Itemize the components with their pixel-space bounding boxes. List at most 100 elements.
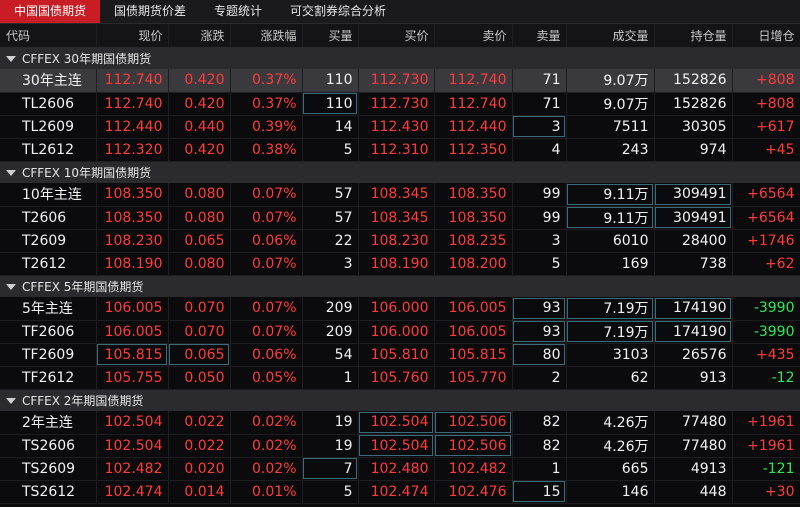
table-row[interactable]: TS2612 102.474 0.014 0.01% 5 102.474 102.476 15…: [0, 480, 800, 504]
code-cell: TS2612: [0, 480, 97, 504]
volume-cell: 4.26万: [566, 434, 655, 458]
change-cell: 0.440: [168, 115, 231, 139]
daily-oi-change-cell: +435: [732, 343, 800, 367]
ask-volume-cell: 93: [512, 320, 567, 344]
tab-0[interactable]: 中国国债期货: [0, 0, 101, 23]
table-row[interactable]: T2612 108.190 0.080 0.07% 3 108.190 108.200 5 16…: [0, 252, 800, 276]
column-header[interactable]: 现价: [96, 24, 169, 48]
price-cell: 112.320: [96, 138, 169, 162]
table-row[interactable]: TF2612 105.755 0.050 0.05% 1 105.760 105.770 2 6…: [0, 366, 800, 390]
tab-2[interactable]: 专题统计: [200, 0, 276, 23]
ask-volume-cell: 2: [512, 366, 567, 390]
ask-volume-cell: 99: [512, 183, 567, 207]
tab-1[interactable]: 国债期货价差: [100, 0, 200, 23]
group-header[interactable]: CFFEX 2年期国债期货: [0, 388, 800, 411]
price-cell: 108.190: [96, 252, 169, 276]
column-header[interactable]: 涨跌幅: [230, 24, 303, 48]
bid-price-cell: 108.230: [358, 229, 435, 253]
volume-cell: 9.07万: [566, 69, 655, 93]
quote-table: 代码 现价 涨跌 涨跌幅 买量 买价 卖价 卖量 成交量 持仓量 日增仓 CFFEX 30年期国债期货…: [0, 24, 800, 504]
volume-cell: 9.11万: [566, 206, 655, 230]
table-row[interactable]: TS2606 102.504 0.022 0.02% 19 102.504 102.506 8…: [0, 434, 800, 458]
bid-price-cell: 105.810: [358, 343, 435, 367]
ask-price-cell: 102.506: [434, 411, 513, 435]
group-header[interactable]: CFFEX 30年期国债期货: [0, 46, 800, 69]
price-cell: 112.740: [96, 92, 169, 116]
change-pct-cell: 0.37%: [230, 92, 303, 116]
change-cell: 0.420: [168, 92, 231, 116]
change-pct-cell: 0.06%: [230, 229, 303, 253]
collapse-triangle-icon[interactable]: [6, 284, 16, 291]
table-row[interactable]: 5年主连 106.005 0.070 0.07% 209 106.000 106.005 93…: [0, 297, 800, 321]
bid-volume-cell: 7: [302, 457, 359, 481]
table-row[interactable]: T2606 108.350 0.080 0.07% 57 108.345 108.350 99…: [0, 206, 800, 230]
code-cell: 30年主连: [0, 69, 97, 93]
table-row[interactable]: TL2612 112.320 0.420 0.38% 5 112.310 112.350 4 2…: [0, 138, 800, 162]
code-cell: TL2606: [0, 92, 97, 116]
daily-oi-change-cell: +1961: [732, 434, 800, 458]
open-interest-cell: 77480: [654, 434, 733, 458]
change-pct-cell: 0.37%: [230, 69, 303, 93]
collapse-triangle-icon[interactable]: [6, 398, 16, 405]
bid-volume-cell: 22: [302, 229, 359, 253]
column-header[interactable]: 买价: [358, 24, 435, 48]
column-header[interactable]: 买量: [302, 24, 359, 48]
table-row[interactable]: T2609 108.230 0.065 0.06% 22 108.230 108.235 3 6…: [0, 229, 800, 253]
change-pct-cell: 0.02%: [230, 457, 303, 481]
ask-price-cell: 106.005: [434, 320, 513, 344]
table-row[interactable]: 10年主连 108.350 0.080 0.07% 57 108.345 108.350 99…: [0, 183, 800, 207]
price-cell: 102.474: [96, 480, 169, 504]
table-row[interactable]: 30年主连 112.740 0.420 0.37% 110 112.730 112.740 7…: [0, 69, 800, 93]
collapse-triangle-icon[interactable]: [6, 56, 16, 63]
open-interest-cell: 174190: [654, 297, 733, 321]
bid-volume-cell: 57: [302, 183, 359, 207]
change-cell: 0.070: [168, 297, 231, 321]
daily-oi-change-cell: +6564: [732, 183, 800, 207]
column-header[interactable]: 卖量: [512, 24, 567, 48]
table-row[interactable]: TF2606 106.005 0.070 0.07% 209 106.000 106.005…: [0, 320, 800, 344]
bid-volume-cell: 54: [302, 343, 359, 367]
collapse-triangle-icon[interactable]: [6, 170, 16, 177]
volume-cell: 7.19万: [566, 297, 655, 321]
table-row[interactable]: 2年主连 102.504 0.022 0.02% 19 102.504 102.506 82 4…: [0, 411, 800, 435]
code-cell: 5年主连: [0, 297, 97, 321]
column-header[interactable]: 卖价: [434, 24, 513, 48]
change-cell: 0.070: [168, 320, 231, 344]
bid-price-cell: 112.430: [358, 115, 435, 139]
table-row[interactable]: TF2609 105.815 0.065 0.06% 54 105.810 105.815 8…: [0, 343, 800, 367]
daily-oi-change-cell: +45: [732, 138, 800, 162]
code-cell: T2609: [0, 229, 97, 253]
table-row[interactable]: TL2606 112.740 0.420 0.37% 110 112.730 112.740…: [0, 92, 800, 116]
ask-price-cell: 105.815: [434, 343, 513, 367]
table-row[interactable]: TL2609 112.440 0.440 0.39% 14 112.430 112.440 3…: [0, 115, 800, 139]
column-header[interactable]: 代码: [0, 24, 97, 48]
price-cell: 112.740: [96, 69, 169, 93]
code-cell: TF2609: [0, 343, 97, 367]
column-header[interactable]: 日增仓: [732, 24, 800, 48]
change-pct-cell: 0.07%: [230, 297, 303, 321]
ask-price-cell: 105.770: [434, 366, 513, 390]
price-cell: 102.504: [96, 411, 169, 435]
column-header[interactable]: 涨跌: [168, 24, 231, 48]
group-header[interactable]: CFFEX 10年期国债期货: [0, 160, 800, 183]
volume-cell: 7.19万: [566, 320, 655, 344]
code-cell: TF2612: [0, 366, 97, 390]
change-cell: 0.022: [168, 411, 231, 435]
tab-3[interactable]: 可交割券综合分析: [276, 0, 400, 23]
daily-oi-change-cell: +6564: [732, 206, 800, 230]
ask-price-cell: 108.350: [434, 206, 513, 230]
change-cell: 0.022: [168, 434, 231, 458]
code-cell: TL2609: [0, 115, 97, 139]
change-pct-cell: 0.02%: [230, 434, 303, 458]
ask-volume-cell: 82: [512, 411, 567, 435]
column-header[interactable]: 成交量: [566, 24, 655, 48]
ask-volume-cell: 71: [512, 92, 567, 116]
column-header[interactable]: 持仓量: [654, 24, 733, 48]
table-row[interactable]: TS2609 102.482 0.020 0.02% 7 102.480 102.482 1 6…: [0, 457, 800, 481]
group-header[interactable]: CFFEX 5年期国债期货: [0, 274, 800, 297]
bid-price-cell: 108.345: [358, 206, 435, 230]
code-cell: 2年主连: [0, 411, 97, 435]
change-pct-cell: 0.02%: [230, 411, 303, 435]
open-interest-cell: 30305: [654, 115, 733, 139]
ask-volume-cell: 93: [512, 297, 567, 321]
